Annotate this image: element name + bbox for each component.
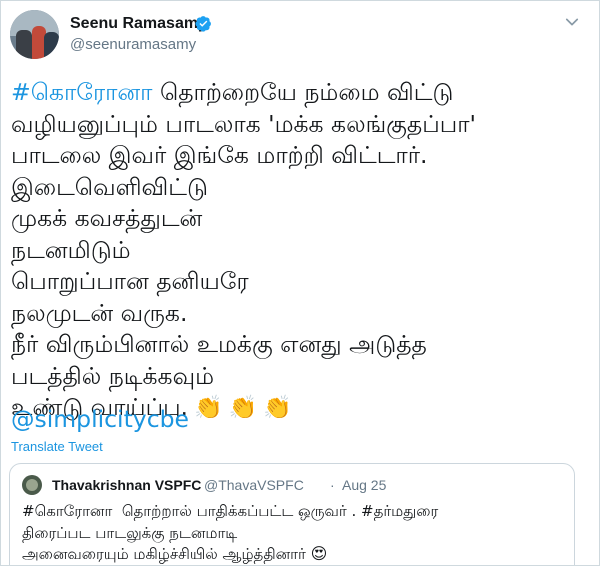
chevron-down-icon[interactable] [563, 13, 581, 31]
author-handle[interactable]: @seenuramasamy [70, 36, 196, 53]
dot-separator: · [330, 477, 335, 493]
author-avatar[interactable] [10, 10, 59, 59]
author-name[interactable]: Seenu Ramasamy [70, 15, 207, 33]
tweet-card: Seenu Ramasamy @seenuramasamy #கொரோனா தொ… [0, 0, 600, 566]
tweet-line: வழியனுப்பும் பாடலாக 'மக்க கலங்குதப்பா' [11, 109, 476, 138]
tweet-line: பாடலை இவர் இங்கே மாற்றி விட்டார். [11, 141, 428, 169]
tweet-line: படத்தில் நடிக்கவும் [11, 361, 214, 390]
tweet-line: தொற்றையே நம்மை விட்டு [152, 78, 454, 106]
tweet-line: பொறுப்பான தனியரே [11, 267, 249, 295]
quoted-tweet-line: அனைவரையும் மகிழ்ச்சியில் ஆழ்த்தினார் 😍 [22, 544, 327, 565]
translate-tweet-link[interactable]: Translate Tweet [11, 439, 103, 454]
clapping-hands-emoji: 👏 [194, 395, 223, 421]
tweet-line: முகக் கவசத்துடன் [11, 204, 203, 232]
tweet-line: நடனமிடும் [11, 235, 131, 264]
quoted-author-handle[interactable]: @ThavaVSPFC [204, 477, 304, 493]
quoted-author-avatar[interactable] [22, 475, 42, 495]
clapping-hands-emoji: 👏 [263, 395, 292, 421]
quoted-tweet-date[interactable]: Aug 25 [342, 477, 386, 493]
quoted-tweet[interactable]: Thavakrishnan VSPFC @ThavaVSPFC · Aug 25… [9, 463, 575, 565]
mention-link[interactable]: @simplicitycbe [11, 405, 189, 433]
clapping-hands-emoji: 👏 [228, 395, 258, 421]
quoted-tweet-line: #கொரோனா தொற்றால் பாதிக்கப்பட்ட ஒருவர் . … [22, 502, 439, 520]
verified-badge-icon [195, 16, 211, 32]
quoted-tweet-line: திரைப்பட பாடலுக்கு நடனமாடி [22, 524, 238, 542]
hashtag-link[interactable]: #கொரோனா [11, 78, 152, 106]
tweet-line: நலமுடன் வருக. [11, 298, 188, 327]
tweet-text: #கொரோனா தொற்றையே நம்மை விட்டு வழியனுப்பு… [11, 77, 476, 425]
quoted-tweet-line-text: அனைவரையும் மகிழ்ச்சியில் ஆழ்த்தினார் [22, 545, 306, 563]
tweet-line: நீர் விரும்பினால் உமக்கு எனது அடுத்த [11, 330, 427, 358]
heart-eyes-emoji: 😍 [310, 544, 328, 563]
tweet-line: இடைவெளிவிட்டு [11, 172, 208, 201]
quoted-author-name[interactable]: Thavakrishnan VSPFC [52, 477, 201, 493]
